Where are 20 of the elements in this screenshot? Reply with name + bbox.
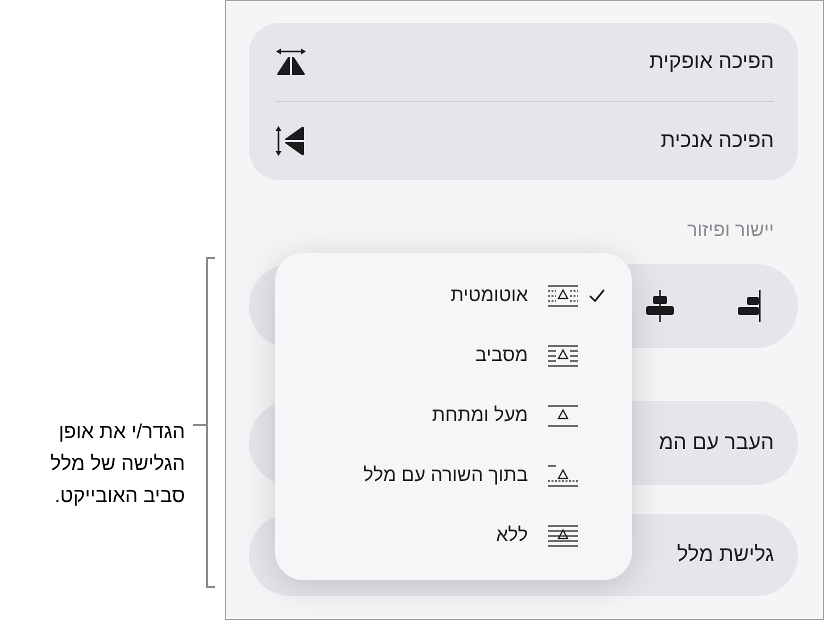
flip-option[interactable]: הפיכה אופקית: [275, 23, 774, 101]
flip-vertical-icon: [275, 125, 307, 157]
wrap-auto-icon: [548, 285, 578, 307]
align-center-icon[interactable]: [645, 290, 675, 322]
flip-horizontal-icon: [275, 48, 307, 76]
wrap-above-below-icon: [548, 405, 578, 427]
menu-item[interactable]: מסביב: [275, 326, 632, 386]
wrap-inline-icon: [548, 465, 578, 487]
flip-option[interactable]: הפיכה אנכית: [275, 102, 774, 180]
align-right-icon[interactable]: [737, 290, 761, 322]
menu-item[interactable]: אוטומטית: [275, 266, 632, 326]
section-header: יישור ופיזור: [686, 219, 775, 243]
callout-text: הגדר/י את אופן הגלישה של מלל סביב האובייקט.: [49, 420, 185, 509]
menu-item[interactable]: בתוך השורה עם מלל: [275, 446, 632, 506]
menu-item[interactable]: מעל ומתחת: [275, 386, 632, 446]
setting-label: גלישת מלל: [677, 542, 774, 568]
wrap-around-icon: [548, 345, 578, 367]
menu-item[interactable]: ללא: [275, 506, 632, 566]
wrap-none-icon: [548, 525, 578, 547]
setting-label: העבר עם המ: [658, 430, 774, 456]
